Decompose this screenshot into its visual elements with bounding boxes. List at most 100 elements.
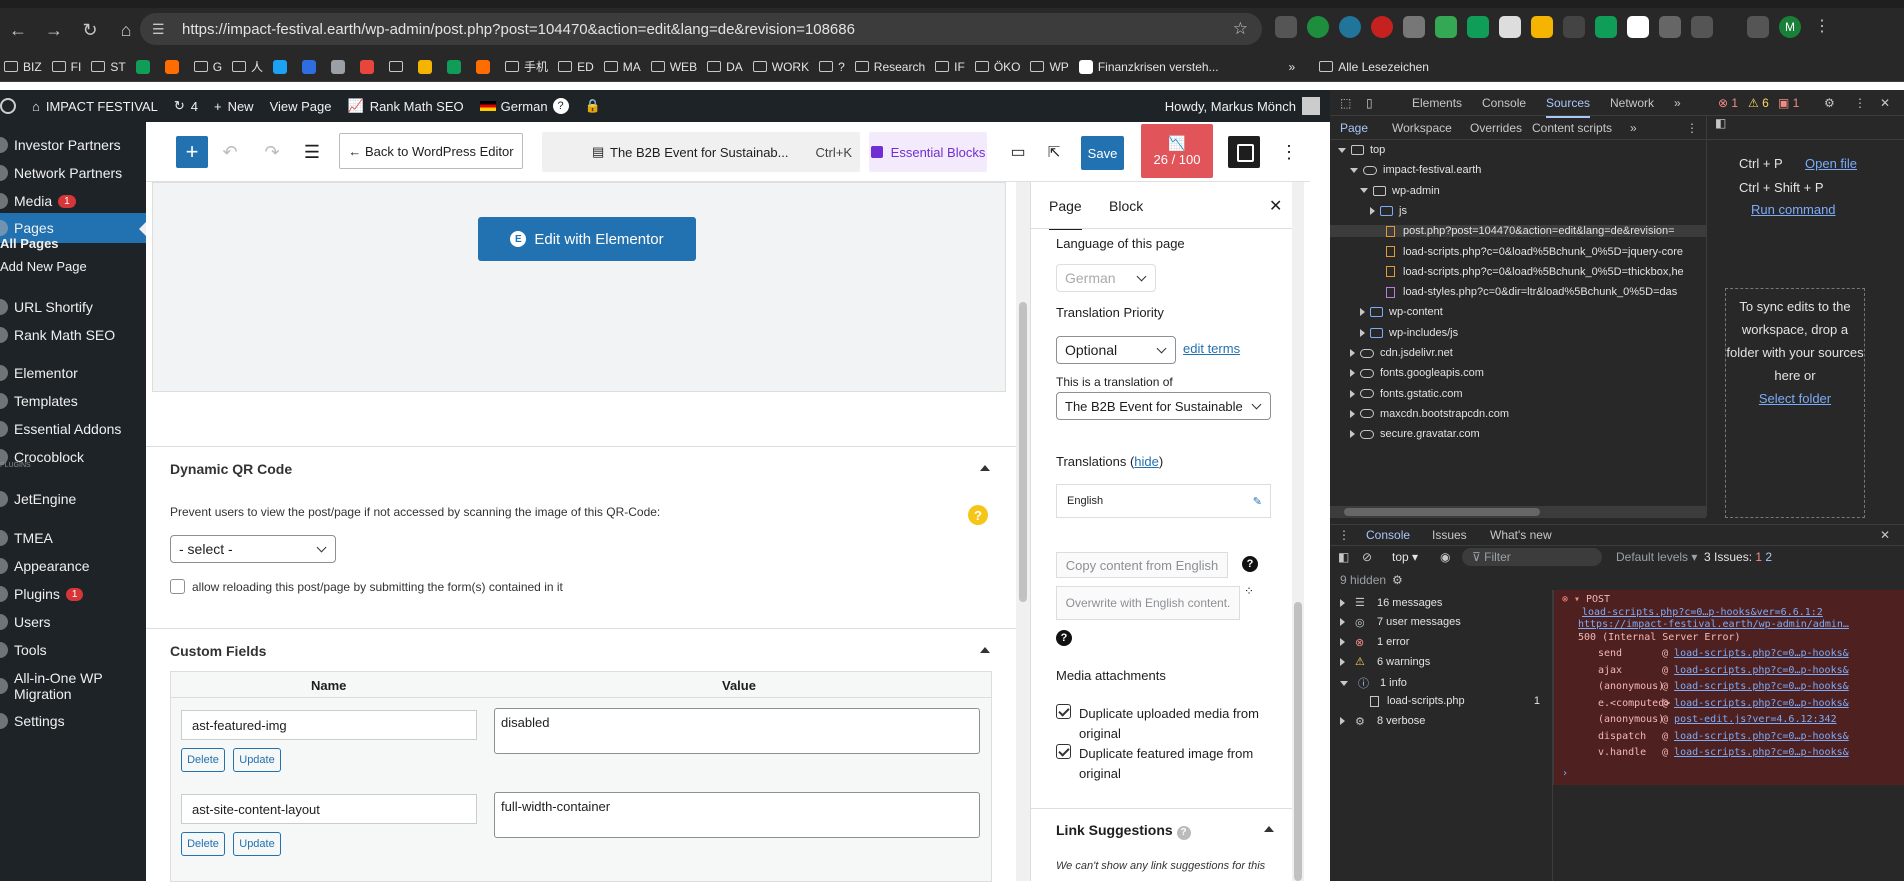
issues-count-badge[interactable]: ▣ 1 [1778,96,1799,110]
sidebar-scrollbar[interactable] [1292,182,1304,881]
expand-right-icon[interactable] [1350,409,1355,418]
subtab-overrides[interactable]: Overrides [1470,121,1522,135]
delete-button[interactable]: Delete [181,748,225,772]
bookmark-item[interactable]: » [1289,60,1296,74]
tree-item[interactable]: fonts.gstatic.com [1350,388,1463,400]
view-external-icon[interactable]: ⇱ [1039,136,1069,168]
eye-icon[interactable]: ◉ [1440,550,1450,564]
tree-item[interactable]: load-styles.php?c=0&dir=ltr&load%5Bchunk… [1386,286,1677,298]
url-bar[interactable]: ☰ https://impact-festival.earth/wp-admin… [140,13,1262,45]
drawer-tab-issues[interactable]: Issues [1432,528,1467,542]
essential-blocks-button[interactable]: Essential Blocks [869,132,987,172]
expand-right-icon[interactable] [1370,206,1375,215]
tab-sources[interactable]: Sources [1546,96,1591,118]
expand-right-icon[interactable] [1360,328,1365,337]
drawer-tab-console[interactable]: Console [1366,528,1410,542]
tree-item[interactable]: js [1370,205,1407,217]
extension-icon[interactable] [1563,16,1585,38]
sidebar-toggle-icon[interactable]: ◧ [1338,550,1349,564]
bookmark-item[interactable]: ED [558,60,594,74]
expand-right-icon[interactable] [1340,618,1345,627]
bookmark-item[interactable]: DA [707,60,743,74]
inspect-icon[interactable]: ⬚ [1340,96,1351,110]
expand-down-icon[interactable] [1360,188,1368,194]
add-block-button[interactable]: + [176,136,208,168]
log-levels-select[interactable]: Default levels ▾ [1616,550,1697,564]
bookmark-item[interactable]: ÖKO [974,60,1020,74]
request-url-link[interactable]: https://impact-festival.earth/wp-admin/a… [1578,619,1849,630]
camera-extension-icon[interactable] [1403,16,1425,38]
tree-item[interactable]: load-scripts.php?c=0&load%5Bchunk_0%5D=t… [1386,266,1684,278]
bookmark-item[interactable]: WP [1030,60,1069,74]
edit-with-elementor-button[interactable]: E Edit with Elementor [478,217,696,261]
tab-console[interactable]: Console [1482,96,1526,110]
field-name-input[interactable]: ast-featured-img [181,710,477,740]
close-icon[interactable]: ✕ [1880,528,1890,542]
translation-of-select[interactable]: The B2B Event for Sustainable [1056,392,1271,420]
wp-menu-elementor[interactable]: Elementor [0,358,78,388]
extension-icon[interactable] [1531,16,1553,38]
more-options-icon[interactable]: ⋮ [1854,96,1866,110]
tree-item[interactable]: cdn.jsdelivr.net [1350,347,1453,359]
scrollbar-thumb[interactable] [1019,302,1027,602]
sub-all-pages[interactable]: All Pages [0,236,59,251]
lock-icon[interactable]: 🔒 [585,98,601,114]
wp-menu-investor-partners[interactable]: Investor Partners [0,130,121,160]
bookmark-item[interactable] [135,59,155,74]
tab-page[interactable]: Page [1049,198,1082,230]
console-group[interactable]: ⊗ 1 error [1340,636,1409,649]
wp-menu-network-partners[interactable]: Network Partners [0,158,122,188]
bookmark-item[interactable]: G [193,60,222,74]
bookmark-item[interactable]: 手机 [505,58,548,75]
expand-right-icon[interactable] [1340,657,1345,666]
bookmark-item[interactable]: Research [854,60,925,74]
expand-right-icon[interactable] [1360,308,1365,317]
workspace-drop-zone[interactable]: To sync edits to the workspace, drop a f… [1725,288,1865,518]
wp-menu-tools[interactable]: Tools [0,635,47,665]
extension-icon[interactable] [1595,16,1617,38]
select-folder-link[interactable]: Select folder [1759,391,1831,406]
wordpress-logo-icon[interactable] [0,98,16,114]
expand-right-icon[interactable] [1350,430,1355,439]
console-group[interactable]: ◎ 7 user messages [1340,616,1461,629]
redo-icon[interactable]: ↷ [256,136,288,168]
rank-math-score-button[interactable]: 📉 26 / 100 [1141,124,1213,178]
qr-select[interactable]: - select - [170,535,336,563]
help-icon[interactable]: ? [1176,826,1191,840]
bookmark-item[interactable] [273,59,292,74]
tree-item[interactable]: fonts.googleapis.com [1350,367,1484,379]
tree-item[interactable]: load-scripts.php?c=0&load%5Bchunk_0%5D=j… [1386,246,1683,258]
puzzle-icon[interactable] [1691,16,1713,38]
wp-menu-tmea[interactable]: TMEA [0,523,53,553]
drawer-tab-whats-new[interactable]: What's new [1490,528,1552,542]
extension-icon[interactable] [1467,16,1489,38]
bookmark-item[interactable]: IF [935,60,965,74]
bookmark-item[interactable] [331,59,350,74]
language-switcher[interactable]: German? [479,98,569,114]
tree-item[interactable]: wp-admin [1360,185,1440,197]
back-arrow-icon[interactable]: ← [0,12,36,48]
clear-console-icon[interactable]: ⊘ [1362,550,1372,564]
field-value-textarea[interactable]: full-width-container [494,792,980,838]
bookmark-item[interactable] [447,59,466,74]
expand-right-icon[interactable] [1340,638,1345,647]
bookmark-item[interactable]: WEB [650,60,697,74]
console-group[interactable]: ⚙ 8 verbose [1340,715,1425,728]
tab-network[interactable]: Network [1610,96,1654,110]
bookmark-item[interactable] [360,59,379,74]
undo-icon[interactable]: ↶ [214,136,246,168]
allow-reloading-checkbox[interactable] [170,579,185,594]
new-content-link[interactable]: + New [214,99,254,114]
run-command-link[interactable]: Run command [1751,202,1836,217]
tab-search-icon[interactable] [1275,16,1297,38]
stack-frame-link[interactable]: load-scripts.php?c=0…p-hooks& [1674,747,1849,758]
more-tabs-icon[interactable]: » [1674,96,1681,110]
filter-input[interactable]: ⊽ Filter [1462,548,1602,566]
bookmark-item[interactable]: ? [819,60,845,74]
toggle-sidebar-icon[interactable]: ◧ [1715,116,1726,130]
document-overview-icon[interactable]: ☰ [296,136,328,168]
home-icon[interactable]: ⌂ [108,12,144,48]
wp-menu-media[interactable]: Media 1 [0,186,76,216]
device-toolbar-icon[interactable]: ▯ [1366,96,1373,110]
issues-summary[interactable]: 3 Issues: 1 2 [1704,550,1772,564]
